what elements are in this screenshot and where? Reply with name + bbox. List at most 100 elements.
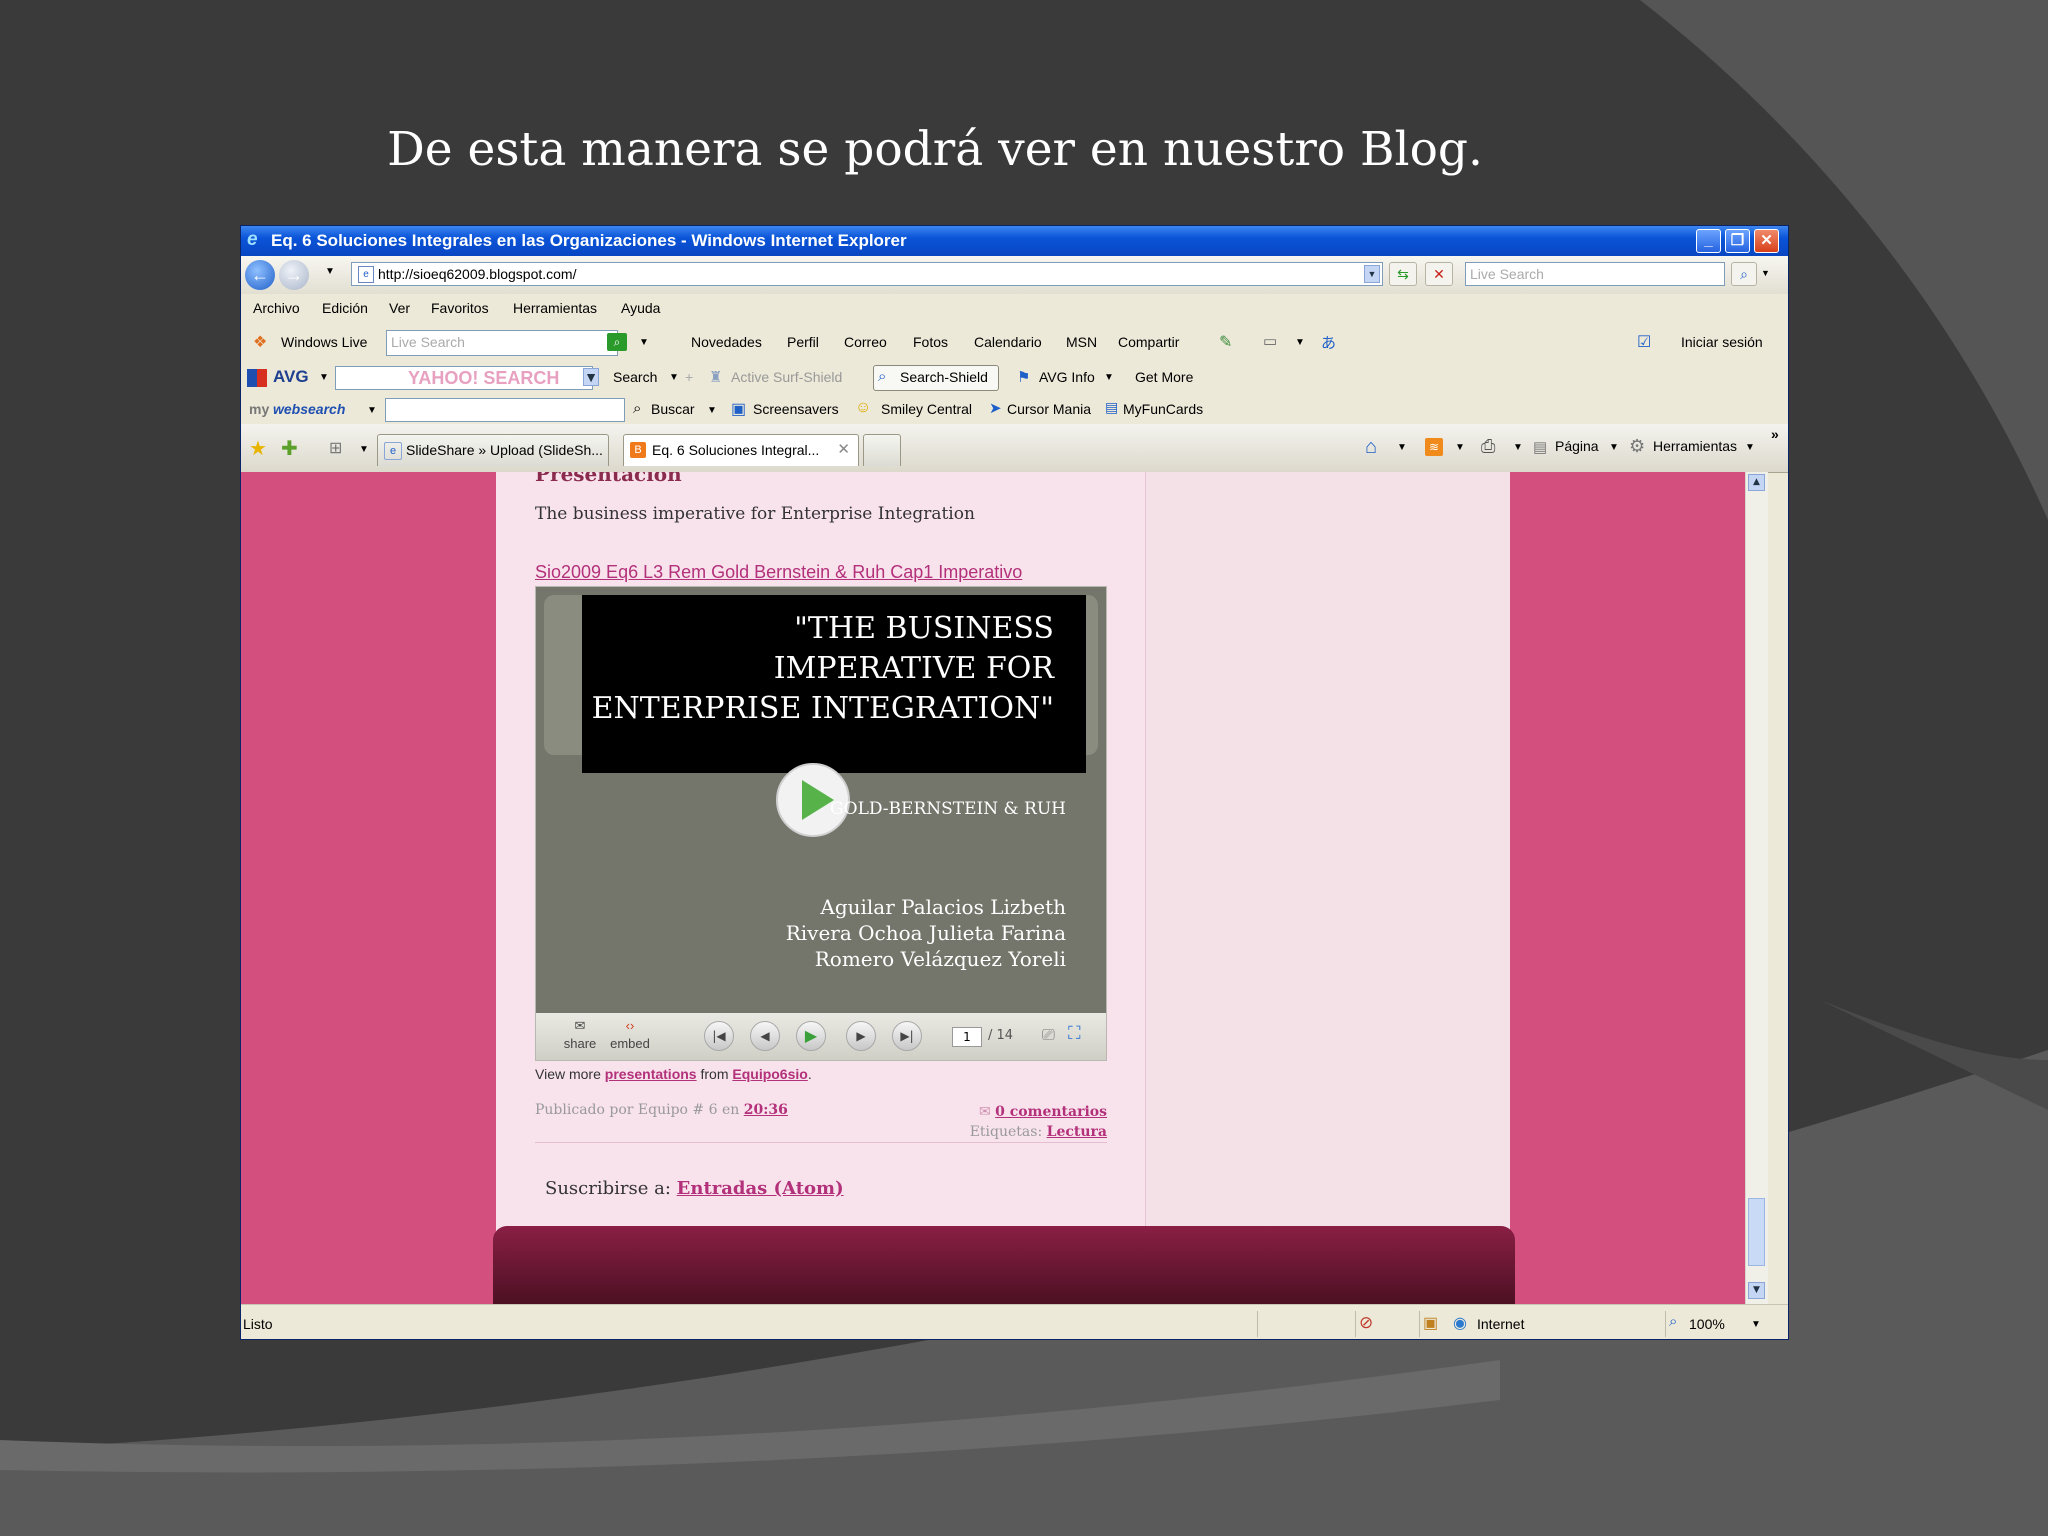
live-link-fotos[interactable]: Fotos: [913, 334, 948, 350]
pagina-menu[interactable]: Página: [1555, 438, 1599, 454]
address-dropdown-icon[interactable]: ▼: [1364, 265, 1380, 283]
minimize-button[interactable]: _: [1696, 229, 1721, 253]
active-surf-shield[interactable]: Active Surf-Shield: [731, 369, 842, 385]
embed-button[interactable]: ‹› embed: [608, 1016, 652, 1051]
menu-herramientas[interactable]: Herramientas: [513, 300, 597, 316]
myfuncards-link[interactable]: MyFunCards: [1123, 401, 1203, 417]
buscar-button[interactable]: Buscar: [651, 401, 695, 417]
avg-info-dropdown-icon[interactable]: ▼: [1104, 372, 1114, 383]
menu-favoritos[interactable]: Favoritos: [431, 300, 489, 316]
live-search-options-icon[interactable]: ▼: [639, 337, 649, 348]
vertical-scrollbar[interactable]: ▲ ▼: [1745, 472, 1768, 1304]
comments-link[interactable]: 0 comentarios: [995, 1104, 1107, 1120]
signin-link[interactable]: Iniciar sesión: [1681, 334, 1763, 350]
zoom-dropdown-icon[interactable]: ▼: [1751, 1319, 1761, 1330]
play-button[interactable]: ▶: [796, 1021, 826, 1051]
yahoo-search-dropdown-icon[interactable]: ▼: [583, 368, 599, 386]
herramientas-dropdown-icon[interactable]: ▼: [1745, 442, 1755, 453]
slideshow-icon[interactable]: ⎚: [1042, 1025, 1055, 1045]
buscar-dropdown-icon[interactable]: ▼: [707, 405, 717, 416]
print-icon[interactable]: ⎙: [1481, 436, 1495, 457]
pagina-dropdown-icon[interactable]: ▼: [1609, 442, 1619, 453]
yahoo-search-input[interactable]: YAHOO! SEARCH: [335, 366, 593, 390]
stop-button[interactable]: ✕: [1425, 262, 1453, 286]
tab-blog[interactable]: B Eq. 6 Soluciones Integral... ✕: [623, 434, 859, 466]
avg-search-button[interactable]: Search: [613, 369, 657, 385]
atom-feed-link[interactable]: Entradas (Atom): [677, 1178, 844, 1199]
tab-slideshare[interactable]: e SlideShare » Upload (SlideSh...: [377, 434, 609, 466]
equipo6sio-link[interactable]: Equipo6sio: [732, 1066, 807, 1082]
window-layout-icon[interactable]: ▭: [1263, 332, 1277, 350]
search-shield-button[interactable]: ⌕ Search-Shield: [873, 365, 999, 391]
scroll-up-icon[interactable]: ▲: [1748, 474, 1765, 491]
avg-dropdown-icon[interactable]: ▼: [319, 372, 329, 383]
cursor-mania-link[interactable]: Cursor Mania: [1007, 401, 1091, 417]
search-options-icon[interactable]: ▼: [1761, 268, 1770, 278]
avg-search-dropdown-icon[interactable]: ▼: [669, 372, 679, 383]
menu-ver[interactable]: Ver: [389, 300, 410, 316]
protected-mode-icon[interactable]: ▣: [1423, 1313, 1438, 1333]
scroll-thumb[interactable]: [1748, 1198, 1765, 1266]
refresh-button[interactable]: ⇆: [1389, 262, 1417, 286]
blog-edit-icon[interactable]: ✎: [1219, 332, 1232, 352]
search-button[interactable]: ⌕: [1731, 262, 1757, 286]
mywebsearch-input[interactable]: [385, 398, 625, 422]
privacy-icon[interactable]: ⊘: [1359, 1313, 1373, 1333]
first-slide-button[interactable]: |◀: [704, 1021, 734, 1051]
home-icon[interactable]: ⌂: [1365, 436, 1377, 459]
label-link[interactable]: Lectura: [1047, 1124, 1107, 1140]
prev-slide-button[interactable]: ◀: [750, 1021, 780, 1051]
next-slide-button[interactable]: ▶: [846, 1021, 876, 1051]
cursor-icon: ➤: [989, 400, 1002, 417]
slideshare-link[interactable]: Sio2009 Eq6 L3 Rem Gold Bernstein & Ruh …: [535, 562, 1022, 583]
back-button[interactable]: ←: [245, 260, 275, 290]
new-tab-button[interactable]: [863, 434, 901, 466]
home-dropdown-icon[interactable]: ▼: [1397, 442, 1407, 453]
page-number-input[interactable]: 1: [952, 1027, 982, 1047]
menu-archivo[interactable]: Archivo: [253, 300, 300, 316]
history-dropdown-icon[interactable]: ▼: [325, 266, 335, 277]
scroll-down-icon[interactable]: ▼: [1748, 1282, 1765, 1299]
close-button[interactable]: ✕: [1754, 229, 1779, 253]
translate-icon[interactable]: あ: [1321, 332, 1336, 353]
rss-feed-icon[interactable]: ≋: [1425, 438, 1443, 456]
live-link-calendario[interactable]: Calendario: [974, 334, 1042, 350]
presentations-link[interactable]: presentations: [605, 1066, 697, 1082]
menu-edicion[interactable]: Edición: [322, 300, 368, 316]
smiley-icon: ☺: [855, 399, 872, 416]
live-link-novedades[interactable]: Novedades: [691, 334, 762, 350]
get-more-button[interactable]: Get More: [1135, 369, 1193, 385]
live-link-correo[interactable]: Correo: [844, 334, 887, 350]
live-search-go-icon[interactable]: ⌕: [607, 333, 627, 351]
mywebsearch-dropdown-icon[interactable]: ▼: [367, 405, 377, 416]
tab-close-icon[interactable]: ✕: [837, 435, 850, 465]
herramientas-menu[interactable]: Herramientas: [1653, 438, 1737, 454]
windows-live-brand[interactable]: Windows Live: [281, 334, 367, 350]
layout-dropdown-icon[interactable]: ▼: [1295, 337, 1305, 348]
live-link-msn[interactable]: MSN: [1066, 334, 1097, 350]
forward-button[interactable]: →: [279, 260, 309, 290]
last-slide-button[interactable]: ▶|: [892, 1021, 922, 1051]
avg-info-button[interactable]: AVG Info: [1039, 369, 1095, 385]
quick-tabs-icon[interactable]: ⊞: [329, 438, 342, 458]
print-dropdown-icon[interactable]: ▼: [1513, 442, 1523, 453]
toolbar-overflow-icon[interactable]: »: [1771, 426, 1779, 442]
screensavers-link[interactable]: Screensavers: [753, 401, 839, 417]
live-search-input[interactable]: Live Search: [1465, 262, 1725, 286]
share-button[interactable]: ✉ share: [558, 1016, 602, 1051]
smiley-central-link[interactable]: Smiley Central: [881, 401, 972, 417]
menu-ayuda[interactable]: Ayuda: [621, 300, 660, 316]
blogger-icon: B: [630, 442, 646, 458]
favorites-star-icon[interactable]: ★: [249, 436, 267, 461]
live-link-compartir[interactable]: Compartir: [1118, 334, 1179, 350]
live-link-perfil[interactable]: Perfil: [787, 334, 819, 350]
feed-dropdown-icon[interactable]: ▼: [1455, 442, 1465, 453]
windows-live-search-input[interactable]: Live Search: [386, 330, 618, 356]
post-time-link[interactable]: 20:36: [744, 1102, 788, 1118]
add-favorites-icon[interactable]: ✚: [281, 436, 298, 461]
tab-list-dropdown-icon[interactable]: ▼: [359, 444, 369, 455]
restore-button[interactable]: ❐: [1725, 229, 1750, 253]
fullscreen-icon[interactable]: ⛶: [1068, 1023, 1081, 1044]
address-field[interactable]: e http://sioeq62009.blogspot.com/ ▼: [351, 262, 1383, 286]
zoom-level[interactable]: 100%: [1689, 1316, 1725, 1332]
